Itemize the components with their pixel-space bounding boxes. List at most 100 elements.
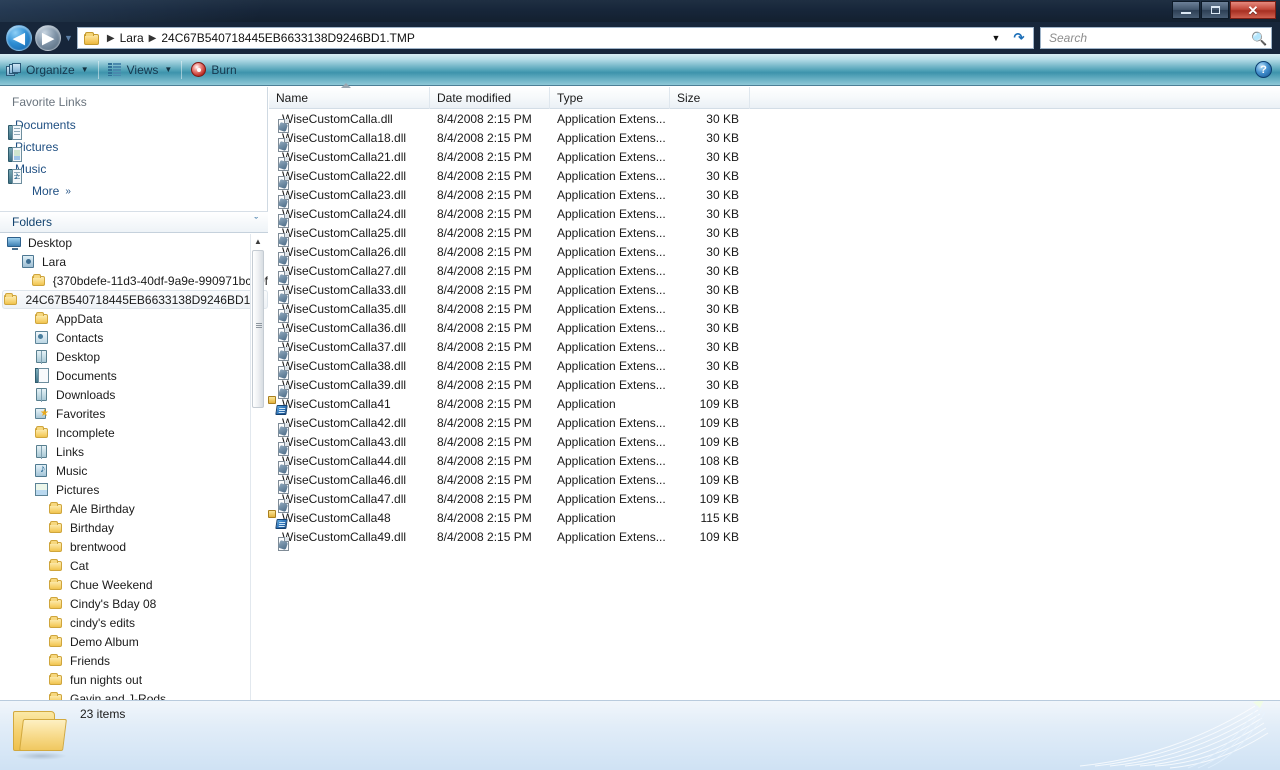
file-name-cell[interactable]: WiseCustomCalla47.dll [269, 489, 430, 513]
tree-item-fun-nights-out[interactable]: fun nights out [0, 670, 268, 689]
tree-item-cat[interactable]: Cat [0, 556, 268, 575]
chevron-down-icon[interactable]: ▼ [987, 28, 1005, 48]
tree-item-pictures[interactable]: Pictures [0, 480, 268, 499]
breadcrumb-item-0[interactable]: Lara [120, 31, 144, 45]
file-row[interactable]: WiseCustomCalla48 8/4/2008 2:15 PM Applica… [268, 508, 1280, 529]
favorite-link-pictures[interactable]: Pictures [0, 136, 267, 162]
favorites-more-button[interactable]: More » [0, 180, 267, 202]
tree-item-ale-birthday[interactable]: Ale Birthday [0, 499, 268, 518]
tree-item-appdata[interactable]: AppData [0, 309, 268, 328]
file-row[interactable]: WiseCustomCalla22.dll 8/4/2008 2:15 PM App… [269, 166, 1280, 190]
file-row[interactable]: WiseCustomCalla33.dll 8/4/2008 2:15 PM App… [269, 280, 1280, 304]
favorite-link-music[interactable]: ♪ Music [0, 158, 267, 184]
file-row[interactable]: WiseCustomCalla41 8/4/2008 2:15 PM Applica… [268, 394, 1280, 415]
views-button[interactable]: Views ▼ [102, 58, 179, 82]
file-name-cell[interactable]: WiseCustomCalla42.dll [269, 413, 430, 437]
file-row[interactable]: WiseCustomCalla18.dll 8/4/2008 2:15 PM App… [269, 128, 1280, 152]
breadcrumb-separator-1[interactable]: ▶ [149, 33, 157, 44]
folders-header[interactable]: Folders ˇ [0, 211, 268, 233]
tree-item-documents[interactable]: Documents [0, 366, 268, 385]
tree-item-birthday[interactable]: Birthday [0, 518, 268, 537]
file-name-cell[interactable]: WiseCustomCalla48 [268, 508, 430, 529]
file-name-cell[interactable]: WiseCustomCalla49.dll [269, 527, 430, 551]
tree-item-desktop[interactable]: Desktop [0, 347, 268, 366]
folder-tree-scrollbar[interactable]: ▲ ▼ [250, 234, 264, 770]
file-name-cell[interactable]: WiseCustomCalla33.dll [269, 280, 430, 304]
maximize-button[interactable] [1201, 1, 1229, 19]
tree-item-370bdefe-11d3-40df-9a9e-990971bc00f[interactable]: {370bdefe-11d3-40df-9a9e-990971bc00f [0, 271, 268, 290]
tree-item-brentwood[interactable]: brentwood [0, 537, 268, 556]
file-row[interactable]: WiseCustomCalla43.dll 8/4/2008 2:15 PM App… [269, 432, 1280, 456]
file-name-cell[interactable]: WiseCustomCalla36.dll [269, 318, 430, 342]
file-name-cell[interactable]: WiseCustomCalla43.dll [269, 432, 430, 456]
file-row[interactable]: WiseCustomCalla21.dll 8/4/2008 2:15 PM App… [269, 147, 1280, 171]
file-name-cell[interactable]: WiseCustomCalla.dll [269, 109, 430, 133]
file-name-cell[interactable]: WiseCustomCalla27.dll [269, 261, 430, 285]
tree-item-contacts[interactable]: Contacts [0, 328, 268, 347]
file-row[interactable]: WiseCustomCalla42.dll 8/4/2008 2:15 PM App… [269, 413, 1280, 437]
close-button[interactable]: ✕ [1230, 1, 1276, 19]
column-header-name[interactable]: Name [269, 83, 430, 109]
file-row[interactable]: WiseCustomCalla35.dll 8/4/2008 2:15 PM App… [269, 299, 1280, 323]
file-row[interactable]: WiseCustomCalla24.dll 8/4/2008 2:15 PM App… [269, 204, 1280, 228]
file-name-cell[interactable]: WiseCustomCalla23.dll [269, 185, 430, 209]
file-row[interactable]: WiseCustomCalla.dll 8/4/2008 2:15 PM Appli… [269, 109, 1280, 133]
file-row[interactable]: WiseCustomCalla27.dll 8/4/2008 2:15 PM App… [269, 261, 1280, 285]
file-row[interactable]: WiseCustomCalla47.dll 8/4/2008 2:15 PM App… [269, 489, 1280, 513]
burn-button[interactable]: Burn [185, 58, 242, 82]
file-name-cell[interactable]: WiseCustomCalla39.dll [269, 375, 430, 399]
tree-item-demo-album[interactable]: Demo Album [0, 632, 268, 651]
folder-tree[interactable]: Desktop Lara {370bdefe-11d3-40df-9a9e-9909… [0, 233, 268, 700]
file-row[interactable]: WiseCustomCalla44.dll 8/4/2008 2:15 PM App… [269, 451, 1280, 475]
column-header-type[interactable]: Type [550, 87, 670, 109]
tree-item-cindy-s-bday-08[interactable]: Cindy's Bday 08 [0, 594, 268, 613]
scrollbar-thumb[interactable] [252, 250, 264, 408]
scroll-up-icon[interactable]: ▲ [251, 234, 265, 248]
column-header-date[interactable]: Date modified [430, 87, 550, 109]
search-input[interactable]: Search [1049, 31, 1087, 45]
tree-item-favorites[interactable]: Favorites [0, 404, 268, 423]
organize-button[interactable]: Organize ▼ [0, 58, 95, 82]
back-button[interactable]: ◀ [6, 25, 32, 51]
breadcrumb-bar[interactable]: ▶ Lara ▶ 24C67B540718445EB6633138D9246BD… [76, 27, 1034, 49]
tree-item-friends[interactable]: Friends [0, 651, 268, 670]
help-button[interactable]: ? [1255, 61, 1272, 78]
file-row[interactable]: WiseCustomCalla49.dll 8/4/2008 2:15 PM App… [269, 527, 1280, 551]
chevron-down-icon[interactable]: ˇ [254, 216, 258, 228]
tree-item-music[interactable]: Music [0, 461, 268, 480]
file-row[interactable]: WiseCustomCalla25.dll 8/4/2008 2:15 PM App… [269, 223, 1280, 247]
file-name-cell[interactable]: WiseCustomCalla41 [268, 394, 430, 415]
file-row[interactable]: WiseCustomCalla46.dll 8/4/2008 2:15 PM App… [269, 470, 1280, 494]
tree-item-gavin-and-j-rods[interactable]: Gavin and J-Rods [0, 689, 268, 700]
tree-item-downloads[interactable]: Downloads [0, 385, 268, 404]
breadcrumb-item-1[interactable]: 24C67B540718445EB6633138D9246BD1.TMP [161, 31, 415, 45]
tree-item-chue-weekend[interactable]: Chue Weekend [0, 575, 268, 594]
tree-item-lara[interactable]: Lara [0, 252, 268, 271]
file-row[interactable]: WiseCustomCalla37.dll 8/4/2008 2:15 PM App… [269, 337, 1280, 361]
forward-button[interactable]: ▶ [35, 25, 61, 51]
file-name-cell[interactable]: WiseCustomCalla37.dll [269, 337, 430, 361]
file-name-cell[interactable]: WiseCustomCalla22.dll [269, 166, 430, 190]
breadcrumb-separator-0[interactable]: ▶ [107, 33, 115, 44]
favorite-link-documents[interactable]: Documents [0, 114, 267, 140]
file-name-cell[interactable]: WiseCustomCalla21.dll [269, 147, 430, 171]
tree-item-24c67b540718445eb6633138d9246bd1-t[interactable]: 24C67B540718445EB6633138D9246BD1.T [0, 290, 268, 309]
file-name-cell[interactable]: WiseCustomCalla25.dll [269, 223, 430, 247]
file-name-cell[interactable]: WiseCustomCalla24.dll [269, 204, 430, 228]
file-name-cell[interactable]: WiseCustomCalla35.dll [269, 299, 430, 323]
file-row[interactable]: WiseCustomCalla23.dll 8/4/2008 2:15 PM App… [269, 185, 1280, 209]
minimize-button[interactable] [1172, 1, 1200, 19]
search-box[interactable]: Search 🔍 [1040, 27, 1272, 49]
tree-item-cindy-s-edits[interactable]: cindy's edits [0, 613, 268, 632]
file-row[interactable]: WiseCustomCalla26.dll 8/4/2008 2:15 PM App… [269, 242, 1280, 266]
file-row[interactable]: WiseCustomCalla39.dll 8/4/2008 2:15 PM App… [269, 375, 1280, 399]
file-name-cell[interactable]: WiseCustomCalla26.dll [269, 242, 430, 266]
file-row[interactable]: WiseCustomCalla36.dll 8/4/2008 2:15 PM App… [269, 318, 1280, 342]
history-dropdown-button[interactable]: ▼ [64, 33, 73, 43]
file-name-cell[interactable]: WiseCustomCalla18.dll [269, 128, 430, 152]
file-name-cell[interactable]: WiseCustomCalla46.dll [269, 470, 430, 494]
refresh-icon[interactable]: ↷ [1007, 28, 1031, 48]
tree-item-incomplete[interactable]: Incomplete [0, 423, 268, 442]
file-name-cell[interactable]: WiseCustomCalla44.dll [269, 451, 430, 475]
file-name-cell[interactable]: WiseCustomCalla38.dll [269, 356, 430, 380]
